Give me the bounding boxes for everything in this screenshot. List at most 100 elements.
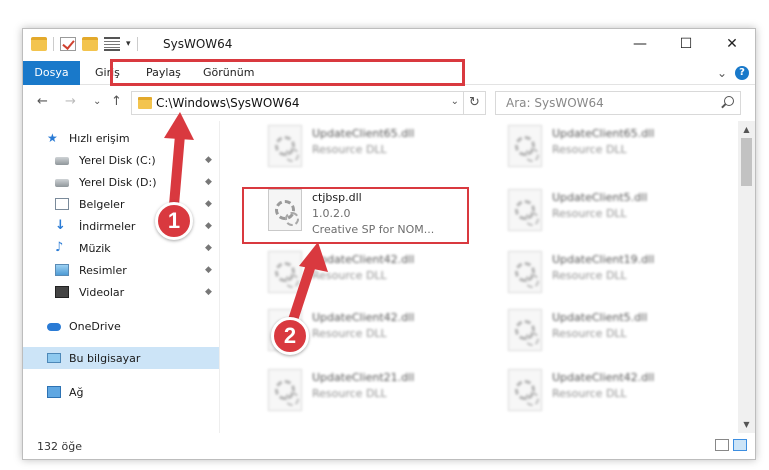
address-path[interactable]: C:\Windows\SysWOW64 — [156, 96, 300, 110]
music-icon: ♪ — [55, 240, 64, 255]
chevron-down-icon[interactable]: ⌄ — [451, 96, 459, 107]
sidebar-item-this-pc[interactable]: Bu bilgisayar — [23, 347, 219, 369]
sidebar-item-quick-access[interactable]: ★ Hızlı erişim — [23, 127, 219, 149]
sidebar-item-label: Hızlı erişim — [69, 131, 130, 145]
dll-file-icon — [268, 251, 302, 293]
sidebar-item-label: Ağ — [69, 385, 84, 399]
address-bar[interactable]: C:\Windows\SysWOW64 ⌄ — [131, 91, 464, 115]
help-icon[interactable]: ? — [735, 66, 749, 80]
sidebar-item-onedrive[interactable]: OneDrive — [23, 315, 219, 337]
search-input[interactable]: Ara: SysWOW64 — [495, 91, 741, 115]
file-description: Resource DLL — [552, 387, 627, 400]
file-name: UpdateClient65.dll — [312, 127, 415, 140]
maximize-button[interactable]: ☐ — [663, 29, 709, 59]
file-name: UpdateClient42.dll — [552, 371, 655, 384]
tab-dosya[interactable]: Dosya — [23, 61, 80, 85]
back-button[interactable]: ← — [37, 94, 48, 109]
address-bar-highlight — [110, 59, 465, 86]
dll-file-icon — [508, 309, 542, 351]
close-button[interactable]: ✕ — [709, 29, 755, 59]
recent-locations-button[interactable]: ⌄ — [93, 96, 101, 107]
sidebar-item-music[interactable]: ♪ Müzik ◆ — [23, 237, 219, 259]
window-title: SysWOW64 — [163, 37, 233, 51]
sidebar-item-label: Videolar — [79, 285, 125, 299]
tiles-view-icon[interactable] — [733, 439, 747, 451]
sidebar-item-disk-d[interactable]: Yerel Disk (D:) ◆ — [23, 171, 219, 193]
up-button[interactable]: ↑ — [111, 94, 122, 109]
sidebar-item-network[interactable]: Ağ — [23, 381, 219, 403]
dll-file-icon — [508, 251, 542, 293]
pin-icon[interactable]: ◆ — [205, 265, 212, 275]
sidebar-item-disk-c[interactable]: Yerel Disk (C:) ◆ — [23, 149, 219, 171]
documents-icon — [55, 198, 69, 210]
file-tile[interactable]: UpdateClient19.dll Resource DLL — [506, 247, 716, 303]
file-tile[interactable]: UpdateClient65.dll Resource DLL — [506, 121, 716, 177]
file-description: Resource DLL — [552, 269, 627, 282]
search-placeholder: Ara: SysWOW64 — [506, 96, 604, 110]
pin-icon[interactable]: ◆ — [205, 177, 212, 187]
dll-file-icon — [508, 189, 542, 231]
computer-icon — [47, 353, 61, 363]
pin-icon[interactable]: ◆ — [205, 287, 212, 297]
network-icon — [47, 386, 61, 398]
file-description: Resource DLL — [312, 327, 387, 340]
pin-icon[interactable]: ◆ — [205, 155, 212, 165]
sidebar-item-label: Belgeler — [79, 197, 125, 211]
sidebar-item-videos[interactable]: Videolar ◆ — [23, 281, 219, 303]
sidebar-item-label: Bu bilgisayar — [69, 351, 141, 365]
address-row: ← → ⌄ ↑ C:\Windows\SysWOW64 ⌄ ↻ Ara: Sys… — [23, 86, 755, 120]
pin-icon[interactable]: ◆ — [205, 221, 212, 231]
toolbar-separator — [136, 37, 138, 51]
customize-icon[interactable] — [104, 37, 120, 51]
sidebar-item-label: Yerel Disk (C:) — [79, 153, 156, 167]
qat-dropdown-icon[interactable]: ▾ — [126, 39, 131, 49]
status-bar: 132 öğe — [23, 433, 755, 459]
dll-file-icon — [508, 125, 542, 167]
view-switcher — [715, 439, 747, 451]
file-name: UpdateClient42.dll — [312, 253, 415, 266]
file-description: Resource DLL — [312, 269, 387, 282]
file-description: Resource DLL — [552, 327, 627, 340]
toolbar-separator — [53, 37, 54, 51]
minimize-button[interactable]: — — [617, 29, 663, 59]
pin-icon[interactable]: ◆ — [205, 199, 212, 209]
ribbon-right-controls: ⌄ ? — [717, 66, 749, 80]
scrollbar-thumb[interactable] — [741, 138, 752, 186]
pin-icon[interactable]: ◆ — [205, 243, 212, 253]
folder-icon — [31, 37, 47, 51]
sidebar-item-label: İndirmeler — [79, 219, 136, 233]
sidebar-item-label: Müzik — [79, 241, 111, 255]
file-name: UpdateClient42.dll — [312, 311, 415, 324]
pictures-icon — [55, 264, 69, 276]
file-tile[interactable]: UpdateClient5.dll Resource DLL — [506, 305, 716, 361]
step-2-badge: 2 — [271, 317, 309, 355]
item-count: 132 öğe — [37, 440, 82, 453]
file-tile[interactable]: UpdateClient65.dll Resource DLL — [266, 121, 476, 177]
new-folder-icon[interactable] — [82, 37, 98, 51]
file-name: UpdateClient5.dll — [552, 311, 648, 324]
file-tile[interactable]: UpdateClient42.dll Resource DLL — [266, 247, 476, 303]
sidebar-item-pictures[interactable]: Resimler ◆ — [23, 259, 219, 281]
disk-icon — [55, 157, 69, 165]
file-name: UpdateClient5.dll — [552, 191, 648, 204]
refresh-button[interactable]: ↻ — [464, 91, 486, 115]
sidebar-item-label: OneDrive — [69, 319, 121, 333]
quick-access-toolbar: ▾ — [31, 37, 138, 51]
file-tile[interactable]: UpdateClient21.dll Resource DLL — [266, 365, 476, 421]
scroll-up-icon[interactable]: ▲ — [738, 121, 755, 138]
details-view-icon[interactable] — [715, 439, 729, 451]
forward-button[interactable]: → — [65, 94, 76, 109]
file-tile[interactable]: UpdateClient42.dll Resource DLL — [506, 365, 716, 421]
expand-ribbon-icon[interactable]: ⌄ — [717, 66, 727, 80]
disk-icon — [55, 179, 69, 187]
videos-icon — [55, 286, 69, 298]
properties-checkbox-icon[interactable] — [60, 37, 76, 51]
file-name: UpdateClient21.dll — [312, 371, 415, 384]
file-description: Resource DLL — [552, 207, 627, 220]
dll-file-icon — [268, 125, 302, 167]
vertical-scrollbar[interactable]: ▲ ▼ — [738, 121, 755, 433]
file-tile[interactable]: UpdateClient5.dll Resource DLL — [506, 185, 716, 241]
search-icon[interactable] — [724, 96, 734, 106]
sidebar-item-label: Resimler — [79, 263, 127, 277]
scroll-down-icon[interactable]: ▼ — [738, 416, 755, 433]
